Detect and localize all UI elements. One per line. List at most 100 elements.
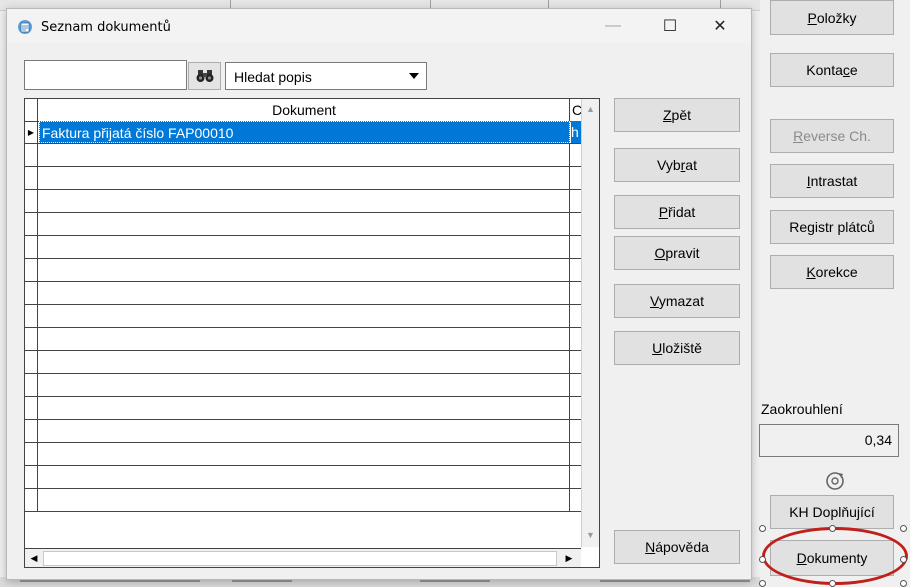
vymazat-button[interactable]: Vymazat — [614, 284, 740, 318]
row-indicator[interactable] — [25, 236, 38, 258]
rotate-handle-icon[interactable] — [824, 470, 846, 492]
cell-c[interactable] — [571, 466, 581, 488]
table-row[interactable] — [25, 489, 581, 512]
close-button[interactable]: ✕ — [697, 9, 743, 43]
rounding-field[interactable]: 0,34 — [759, 424, 899, 457]
scroll-down-icon[interactable]: ▼ — [584, 527, 597, 542]
resize-handle-left[interactable] — [759, 556, 766, 563]
table-row[interactable] — [25, 213, 581, 236]
chevron-down-icon[interactable] — [405, 66, 423, 86]
cell-c[interactable] — [571, 443, 581, 465]
row-indicator[interactable] — [25, 328, 38, 350]
zpet-button[interactable]: Zpět — [614, 98, 740, 132]
vybrat-button[interactable]: Vybrat — [614, 148, 740, 182]
table-row[interactable] — [25, 351, 581, 374]
row-indicator[interactable] — [25, 167, 38, 189]
cell-dokument[interactable] — [39, 489, 570, 511]
cell-c[interactable] — [571, 397, 581, 419]
row-indicator[interactable] — [25, 305, 38, 327]
row-indicator[interactable] — [25, 489, 38, 511]
cell-c[interactable] — [571, 351, 581, 373]
scroll-right-icon[interactable]: ▶ — [562, 551, 576, 566]
kh-doplnujici-button[interactable]: KH Doplňující — [770, 495, 894, 529]
table-row[interactable] — [25, 282, 581, 305]
horizontal-scrollbar[interactable]: ◀ ▶ — [25, 548, 581, 567]
cell-c[interactable] — [571, 374, 581, 396]
napoveda-button[interactable]: Nápověda — [614, 530, 740, 564]
cell-c[interactable] — [571, 213, 581, 235]
resize-handle-bottom[interactable] — [829, 580, 836, 587]
scroll-up-icon[interactable]: ▲ — [584, 101, 597, 116]
minimize-button[interactable]: — — [590, 9, 636, 43]
cell-c[interactable] — [571, 328, 581, 350]
cell-dokument[interactable] — [39, 374, 570, 396]
row-indicator[interactable] — [25, 259, 38, 281]
cell-c[interactable] — [571, 282, 581, 304]
cell-dokument[interactable] — [39, 282, 570, 304]
maximize-button[interactable]: ☐ — [647, 9, 693, 43]
cell-dokument[interactable] — [39, 420, 570, 442]
row-indicator[interactable] — [25, 213, 38, 235]
intrastat-button[interactable]: Intrastat — [770, 164, 894, 198]
cell-c[interactable] — [571, 167, 581, 189]
kontace-button[interactable]: Kontace — [770, 53, 894, 87]
cell-c[interactable] — [571, 144, 581, 166]
cell-c[interactable] — [571, 305, 581, 327]
cell-dokument[interactable] — [39, 328, 570, 350]
table-row[interactable] — [25, 236, 581, 259]
table-row[interactable] — [25, 466, 581, 489]
column-header-dokument[interactable]: Dokument — [39, 99, 570, 121]
resize-handle-right[interactable] — [900, 556, 907, 563]
polozky-button[interactable]: Položky — [770, 0, 894, 35]
table-row[interactable] — [25, 190, 581, 213]
cell-dokument[interactable] — [39, 167, 570, 189]
table-row[interactable] — [25, 305, 581, 328]
row-indicator[interactable] — [25, 420, 38, 442]
cell-dokument[interactable] — [39, 213, 570, 235]
resize-handle-bottom-left[interactable] — [759, 580, 766, 587]
row-indicator[interactable] — [25, 144, 38, 166]
cell-dokument[interactable] — [39, 305, 570, 327]
pridat-button[interactable]: Přidat — [614, 195, 740, 229]
cell-dokument[interactable] — [39, 443, 570, 465]
cell-dokument[interactable] — [39, 397, 570, 419]
cell-dokument[interactable] — [39, 466, 570, 488]
cell-c[interactable] — [571, 190, 581, 212]
registr-platcu-button[interactable]: Registr plátců — [770, 210, 894, 244]
resize-handle-top[interactable] — [829, 525, 836, 532]
table-row[interactable] — [25, 167, 581, 190]
cell-dokument[interactable] — [39, 190, 570, 212]
table-row[interactable] — [25, 374, 581, 397]
opravit-button[interactable]: Opravit — [614, 236, 740, 270]
horizontal-scroll-thumb[interactable] — [43, 551, 557, 566]
resize-handle-top-right[interactable] — [900, 525, 907, 532]
resize-handle-top-left[interactable] — [759, 525, 766, 532]
uloziste-button[interactable]: Uložiště — [614, 331, 740, 365]
row-indicator[interactable] — [25, 443, 38, 465]
table-row[interactable]: ▶ Faktura přijatá číslo FAP00010 h — [25, 121, 581, 144]
resize-handle-bottom-right[interactable] — [900, 580, 907, 587]
row-indicator[interactable] — [25, 466, 38, 488]
search-field-select[interactable]: Hledat popis — [225, 62, 427, 90]
reverse-charge-button[interactable]: Reverse Ch. — [770, 119, 894, 153]
table-row[interactable] — [25, 328, 581, 351]
cell-c[interactable] — [571, 420, 581, 442]
row-indicator[interactable] — [25, 374, 38, 396]
table-row[interactable] — [25, 420, 581, 443]
korekce-button[interactable]: Korekce — [770, 255, 894, 289]
table-row[interactable] — [25, 144, 581, 167]
table-row[interactable] — [25, 443, 581, 466]
cell-dokument[interactable] — [39, 259, 570, 281]
scroll-left-icon[interactable]: ◀ — [27, 551, 41, 566]
cell-dokument[interactable] — [39, 144, 570, 166]
cell-c[interactable] — [571, 489, 581, 511]
cell-dokument[interactable] — [39, 351, 570, 373]
table-row[interactable] — [25, 259, 581, 282]
row-indicator[interactable] — [25, 397, 38, 419]
row-indicator[interactable] — [25, 351, 38, 373]
vertical-scrollbar[interactable]: ▲ ▼ — [581, 99, 599, 547]
table-row[interactable] — [25, 397, 581, 420]
search-input[interactable] — [24, 60, 187, 90]
row-indicator[interactable] — [25, 190, 38, 212]
cell-c[interactable]: h — [571, 121, 581, 143]
